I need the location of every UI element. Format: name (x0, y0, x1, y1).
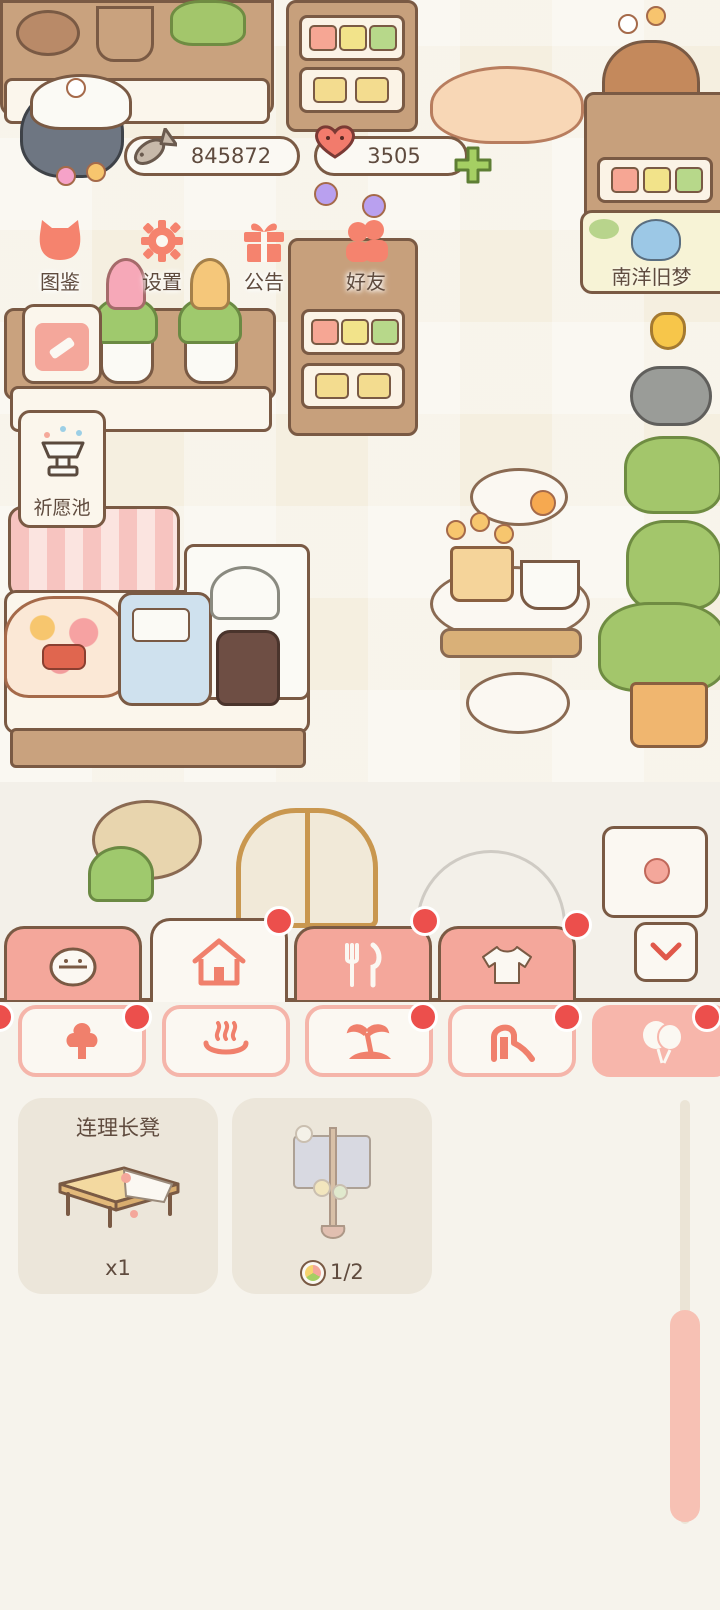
bow (42, 644, 86, 670)
pot (16, 10, 80, 56)
pencil-icon (35, 323, 89, 371)
friends-button[interactable]: 好友 (324, 214, 408, 298)
table-legs (440, 628, 582, 658)
heart-icon (312, 122, 358, 162)
tab-clothes[interactable] (438, 926, 576, 1000)
announcement-button[interactable]: 公告 (222, 214, 306, 298)
event-banner-label: 南洋旧梦 (611, 265, 692, 289)
fountain-icon (35, 425, 91, 479)
wish-pool-label: 祈愿池 (33, 497, 91, 519)
flower (86, 162, 106, 182)
stool (466, 672, 570, 734)
fragment-icon (300, 1260, 326, 1286)
jar-shelf (286, 0, 418, 132)
flag-vase-image (282, 1122, 382, 1252)
counter-base (10, 728, 306, 768)
friends-label: 好友 (346, 270, 386, 294)
subtab-balloon-badge (692, 1002, 720, 1032)
pot (96, 6, 154, 62)
subtab-tree-badge (122, 1002, 152, 1032)
cat-bush (626, 520, 720, 610)
tree-icon (66, 1023, 98, 1059)
item-name: 连理长凳 (76, 1116, 160, 1140)
flower (56, 166, 76, 186)
add-hearts-button[interactable] (452, 144, 494, 186)
tab-home-badge (264, 906, 294, 936)
subtab-playground-badge (552, 1002, 582, 1032)
plus-icon (454, 146, 492, 184)
scrollbar-thumb[interactable] (670, 1310, 700, 1522)
dark-vase (216, 630, 280, 706)
cat-bush (598, 602, 720, 692)
shirt-icon (482, 945, 532, 984)
item-card-bench[interactable]: 连理长凳 x1 (18, 1098, 218, 1294)
fish-coin-value: 845872 (190, 144, 272, 168)
cat-face-icon (49, 947, 97, 986)
tab-food[interactable] (294, 926, 432, 1000)
flower (470, 512, 490, 532)
settings-label: 设置 (142, 270, 182, 294)
plant-pot (520, 560, 580, 610)
wish-pool-button[interactable]: 祈愿池 (18, 410, 106, 528)
rug (430, 66, 584, 144)
stone-pot (630, 366, 712, 426)
gear-icon (136, 218, 188, 264)
friends-icon (340, 218, 392, 264)
vine-leaves (88, 846, 154, 902)
collection-button[interactable]: 图鉴 (18, 214, 102, 298)
chevron-down-icon (650, 942, 682, 961)
fish-icon (126, 124, 178, 176)
coffee-machine-screen (132, 608, 190, 642)
tab-food-badge (410, 906, 440, 936)
leaf-decoration (589, 219, 619, 239)
heart-value: 3505 (367, 144, 421, 168)
planter (630, 682, 708, 748)
item-count: x1 (105, 1256, 131, 1280)
elephant-icon (631, 219, 681, 261)
balloon-icon (643, 1021, 683, 1064)
bench-image (54, 1156, 182, 1228)
cat-book-icon (34, 218, 86, 264)
collapse-button[interactable] (634, 922, 698, 982)
hot-spring-icon (203, 1021, 249, 1055)
flower-planter (450, 546, 514, 602)
panel-background (0, 1002, 720, 1610)
settings-button[interactable]: 设置 (120, 214, 204, 298)
subtab-hot-spring[interactable] (162, 1005, 290, 1077)
announcement-label: 公告 (244, 270, 284, 294)
edit-room-button[interactable] (22, 304, 102, 384)
subtab-island-badge (408, 1002, 438, 1032)
tab-clothes-badge (562, 910, 592, 940)
palm-island-icon (346, 1024, 391, 1059)
tab-cat[interactable] (4, 926, 142, 1000)
room-scene[interactable] (0, 0, 720, 782)
event-banner-button[interactable]: 南洋旧梦 (580, 210, 720, 294)
cat-bush (624, 436, 720, 514)
flower (314, 182, 338, 206)
flower (66, 78, 86, 98)
flower (530, 490, 556, 516)
fragment-progress: 1/2 (330, 1260, 364, 1284)
gift-icon (238, 218, 290, 264)
slide-icon (491, 1024, 535, 1062)
fork-knife-icon (345, 942, 382, 987)
house-icon (192, 938, 246, 985)
tulip (650, 312, 686, 350)
flower-icon (644, 858, 670, 884)
plant-leaves (210, 566, 280, 620)
flower (446, 520, 466, 540)
flower (646, 6, 666, 26)
item-card-locked[interactable]: 1/2 (232, 1098, 432, 1294)
flower (618, 14, 638, 34)
window-divider (305, 812, 310, 926)
plant (170, 0, 246, 46)
flower (494, 524, 514, 544)
collection-label: 图鉴 (40, 270, 80, 294)
